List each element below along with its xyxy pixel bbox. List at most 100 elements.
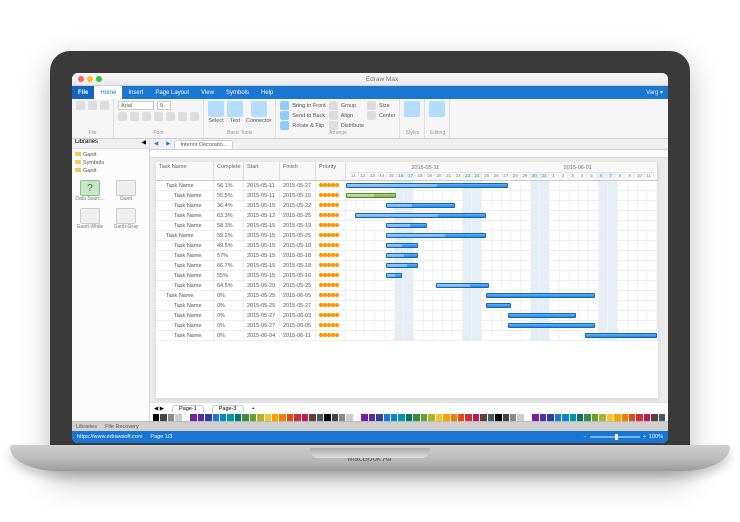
open-icon[interactable] [88,101,97,110]
color-swatch[interactable] [458,414,464,421]
gantt-row[interactable]: Task Name36.4%2015-05-152015-05-22 [156,201,658,211]
color-swatch[interactable] [428,414,434,421]
color-swatch[interactable] [629,414,635,421]
color-swatch[interactable] [577,414,583,421]
gantt-bar[interactable] [346,183,508,189]
next-doc-icon[interactable]: ▶ [162,141,174,147]
center-icon[interactable] [367,111,376,120]
gantt-bar[interactable] [585,333,657,339]
gantt-bar[interactable] [486,303,511,309]
shape-item[interactable]: Gantt [111,180,141,202]
gantt-row[interactable]: Task Name66.7%2015-05-152015-05-18 [156,261,658,271]
color-swatch[interactable] [175,414,181,421]
gantt-row[interactable]: Task Name55.5%2015-05-112015-05-15 [156,191,658,201]
gantt-bar[interactable] [386,273,402,279]
ribbon-tab-home[interactable]: Home [94,86,122,99]
color-swatch[interactable] [607,414,613,421]
gantt-bar[interactable] [346,193,396,199]
color-swatch[interactable] [153,414,159,421]
color-swatch[interactable] [555,414,561,421]
document-tab[interactable]: Interior Decoratio... [174,140,233,149]
shape-item[interactable]: ?Data Sourc... [75,180,105,202]
color-swatch[interactable] [651,414,657,421]
color-swatch[interactable] [265,414,271,421]
color-swatch[interactable] [398,414,404,421]
text-tool-icon[interactable] [227,101,243,117]
color-swatch[interactable] [160,414,166,421]
color-swatch[interactable] [406,414,412,421]
gantt-row[interactable]: Task Name0%2015-06-042015-06-11 [156,331,658,341]
color-swatch[interactable] [547,414,553,421]
page-tab[interactable]: Page-1 [172,405,204,412]
connector-tool-icon[interactable] [251,101,267,117]
color-swatch[interactable] [227,414,233,421]
gantt-row[interactable]: Task Name63.3%2015-05-122015-05-25 [156,211,658,221]
gantt-bar[interactable] [386,263,417,269]
color-swatch[interactable] [287,414,293,421]
color-swatch[interactable] [465,414,471,421]
color-swatch[interactable] [257,414,263,421]
color-swatch[interactable] [250,414,256,421]
color-swatch[interactable] [205,414,211,421]
color-swatch[interactable] [517,414,523,421]
shape-item[interactable]: Gantt-White [75,208,105,230]
color-swatch[interactable] [272,414,278,421]
color-swatch[interactable] [540,414,546,421]
color-swatch[interactable] [584,414,590,421]
color-swatch[interactable] [599,414,605,421]
color-swatch[interactable] [443,414,449,421]
color-swatch[interactable] [659,414,665,421]
gantt-row[interactable]: Task Name0%2015-05-272015-06-05 [156,321,658,331]
color-swatch[interactable] [376,414,382,421]
styles-icon[interactable] [404,101,420,117]
color-swatch[interactable] [614,414,620,421]
shape-item[interactable]: Gantt-Gray [111,208,141,230]
new-icon[interactable] [76,101,85,110]
color-swatch[interactable] [242,414,248,421]
color-swatch[interactable] [532,414,538,421]
color-swatch[interactable] [324,414,330,421]
color-swatch[interactable] [183,414,189,421]
highlight-icon[interactable] [166,112,175,121]
color-swatch[interactable] [317,414,323,421]
color-swatch[interactable] [622,414,628,421]
footer-item[interactable]: Libraries [76,424,97,430]
gantt-bar[interactable] [508,323,595,329]
font-name-select[interactable]: Arial [118,101,154,110]
chevron-left-icon[interactable]: ◀ [141,139,146,148]
gantt-bar[interactable] [386,203,454,209]
tree-item[interactable]: Gantt [75,151,146,159]
zoom-control[interactable]: − + 100% [583,434,663,440]
gantt-row[interactable]: Task Name59.2%2015-05-152015-05-25 [156,231,658,241]
distribute-icon[interactable] [329,121,338,130]
gantt-bar[interactable] [508,313,576,319]
color-swatch[interactable] [190,414,196,421]
color-swatch[interactable] [413,414,419,421]
tree-item[interactable]: Symbols [75,159,146,167]
gantt-bar[interactable] [386,253,417,259]
gantt-row[interactable]: Task Name0%2015-05-252015-05-27 [156,301,658,311]
color-swatch[interactable] [495,414,501,421]
font-size-select[interactable]: 9 [157,101,171,110]
gantt-row[interactable]: Task Name55%2015-05-152015-05-16 [156,271,658,281]
color-swatch[interactable] [488,414,494,421]
minimize-icon[interactable] [87,76,93,82]
color-swatch[interactable] [354,414,360,421]
zoom-out-icon[interactable]: − [583,434,586,440]
color-swatch[interactable] [309,414,315,421]
prev-doc-icon[interactable]: ◀ [150,141,162,147]
color-swatch[interactable] [636,414,642,421]
gantt-row[interactable]: Task Name57%2015-05-152015-05-18 [156,251,658,261]
color-swatch[interactable] [294,414,300,421]
color-swatch[interactable] [503,414,509,421]
color-swatch[interactable] [168,414,174,421]
align-center-icon[interactable] [190,112,199,121]
color-swatch[interactable] [213,414,219,421]
italic-icon[interactable] [130,112,139,121]
gantt-bar[interactable] [486,293,595,299]
select-tool-icon[interactable] [208,101,224,117]
traffic-lights[interactable] [78,76,102,82]
group-icon[interactable] [329,101,338,110]
gantt-row[interactable]: Task Name64.5%2015-05-202015-05-25 [156,281,658,291]
canvas[interactable]: Task NameCompleteStartFinishPriority2015… [156,162,658,398]
